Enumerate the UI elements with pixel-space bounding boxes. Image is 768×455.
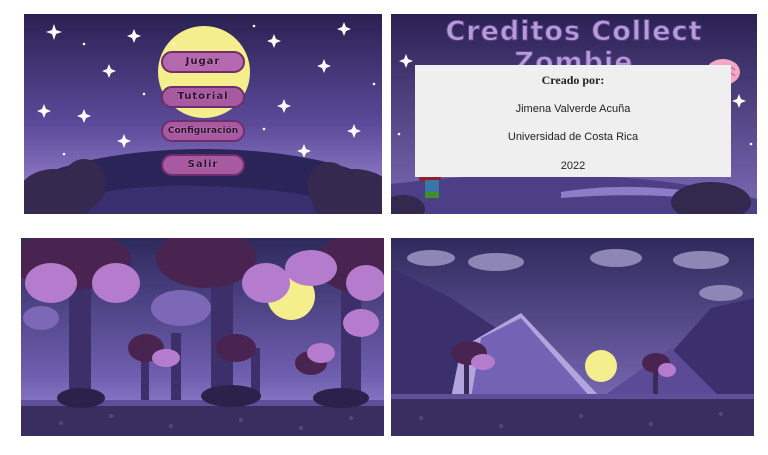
forest-level-background	[21, 238, 384, 436]
mountain-scene	[391, 238, 754, 436]
credits-author: Jimena Valverde Acuña	[515, 103, 631, 115]
moon	[585, 350, 617, 382]
forest-scene	[21, 238, 384, 436]
credits-institution: Universidad de Costa Rica	[507, 131, 639, 143]
main-menu-background	[24, 14, 382, 214]
play-button[interactable]: Jugar	[161, 51, 245, 73]
main-menu-screen: Jugar Tutorial Configuración Salir	[24, 14, 382, 214]
settings-button[interactable]: Configuración	[161, 120, 245, 142]
credits-screen: Creditos Collect Zombie Creado por: Jime…	[391, 14, 757, 214]
credits-heading: Creado por:	[541, 73, 605, 87]
credits-card: Creado por: Jimena Valverde Acuña Univer…	[415, 65, 731, 177]
exit-button[interactable]: Salir	[161, 154, 245, 176]
tutorial-button[interactable]: Tutorial	[161, 86, 245, 108]
mountain-level-background	[391, 238, 754, 436]
credits-year: 2022	[560, 160, 586, 172]
